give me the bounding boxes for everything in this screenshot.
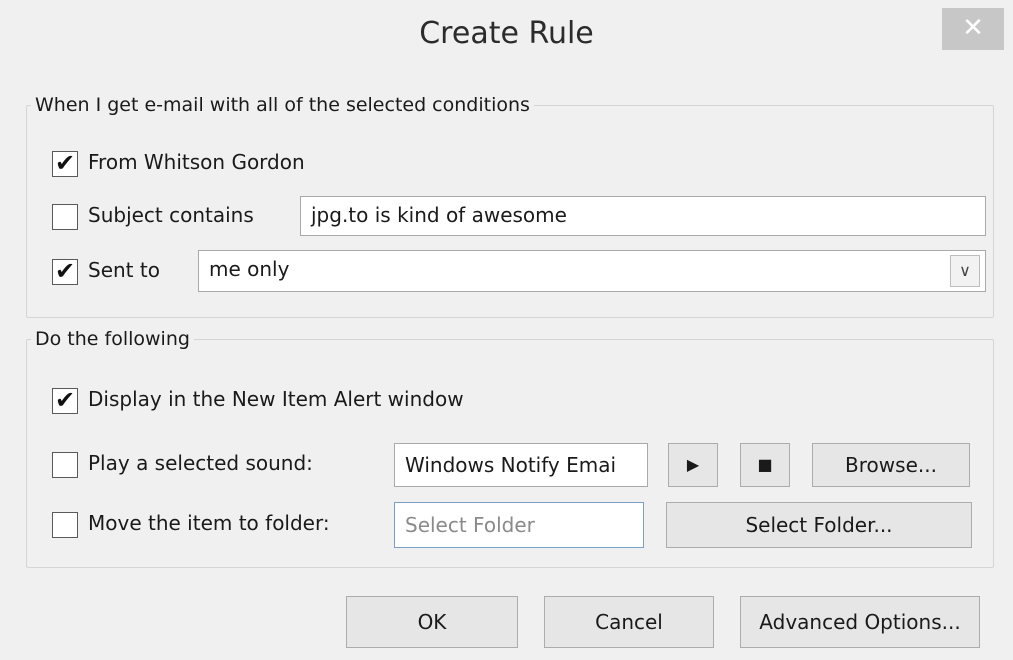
play-sound-button[interactable]: ▶ [668,443,718,487]
browse-button[interactable]: Browse... [812,443,970,487]
sent-to-checkbox[interactable]: ✔ [52,257,78,285]
sound-file-input[interactable]: Windows Notify Emai [394,443,648,487]
sent-to-dropdown[interactable]: me only [198,250,986,292]
from-checkbox[interactable]: ✔ [52,149,78,177]
display-alert-label: Display in the New Item Alert window [88,387,464,411]
display-alert-checkbox[interactable]: ✔ [52,386,78,414]
select-folder-button[interactable]: Select Folder... [666,502,972,548]
ok-button[interactable]: OK [346,596,518,648]
close-button[interactable]: ✕ [942,8,1004,50]
actions-legend: Do the following [35,328,190,350]
sent-to-dropdown-button[interactable]: ∨ [950,255,980,287]
play-icon: ▶ [686,455,700,474]
create-rule-dialog: Create Rule ✕ When I get e-mail with all… [0,0,1013,660]
cancel-button[interactable]: Cancel [544,596,714,648]
checkmark-icon: ✔ [55,149,76,177]
play-sound-label: Play a selected sound: [88,451,313,475]
conditions-legend: When I get e-mail with all of the select… [35,94,530,116]
move-item-label: Move the item to folder: [88,511,330,535]
dialog-title: Create Rule [419,16,594,51]
stop-sound-button[interactable]: ■ [740,443,790,487]
move-item-checkbox[interactable] [52,512,78,538]
close-icon: ✕ [962,13,984,43]
checkmark-icon: ✔ [55,386,76,414]
subject-label: Subject contains [88,203,254,227]
subject-input[interactable]: jpg.to is kind of awesome [300,196,986,236]
title-bar: Create Rule ✕ [0,0,1013,82]
chevron-down-icon: ∨ [959,261,971,280]
stop-icon: ■ [757,455,773,474]
from-label: From Whitson Gordon [88,150,305,174]
folder-input[interactable]: Select Folder [394,502,644,548]
checkmark-icon: ✔ [55,257,76,285]
play-sound-checkbox[interactable] [52,452,78,478]
subject-checkbox[interactable] [52,204,78,230]
sent-to-label: Sent to [88,258,160,282]
advanced-options-button[interactable]: Advanced Options... [740,596,980,648]
